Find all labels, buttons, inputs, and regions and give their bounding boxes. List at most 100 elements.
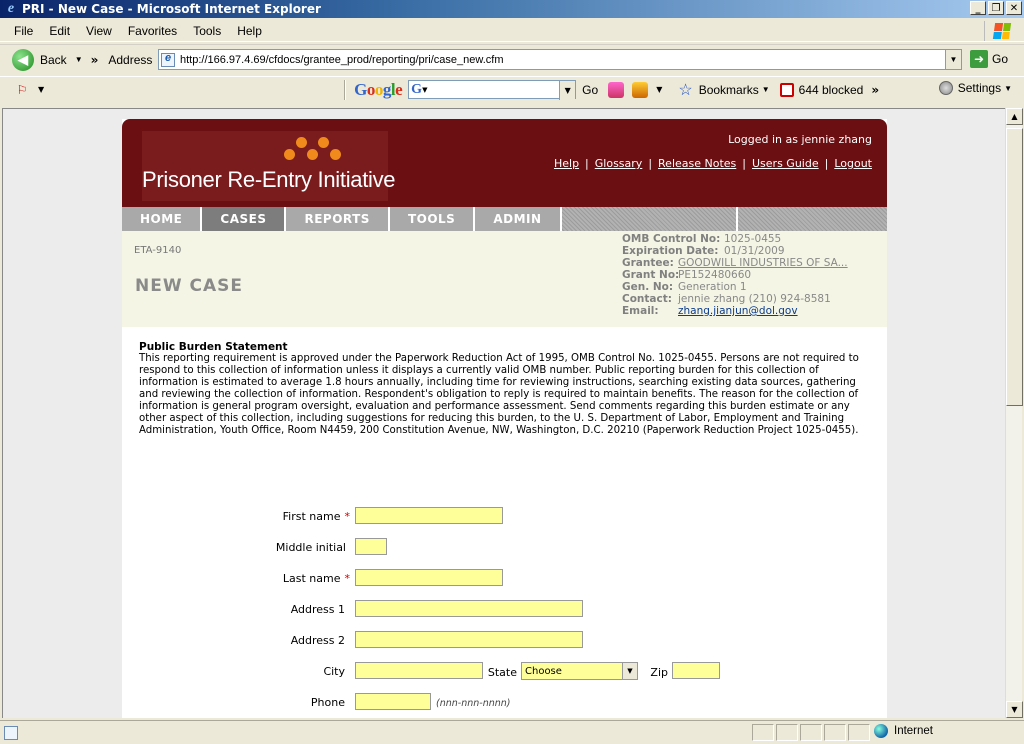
address-label: Address <box>108 52 153 67</box>
google-toolbar: ⚐ ▼ Google G ▼ ▼ Go ▼ ☆ Bookmarks ▼ 644 b… <box>0 76 1024 102</box>
nav-admin[interactable]: ADMIN <box>475 207 562 231</box>
blocked-count: 644 blocked <box>798 82 864 97</box>
address-input[interactable]: http://166.97.4.69/cfdocs/grantee_prod/r… <box>158 49 962 70</box>
users-guide-link[interactable]: Users Guide <box>752 157 819 170</box>
address1-label: Address 1 <box>290 603 345 616</box>
popup-blocker-button[interactable]: 644 blocked <box>779 82 864 97</box>
popup-blocked-icon <box>779 82 794 97</box>
scroll-thumb[interactable] <box>1006 128 1023 406</box>
zone-label: Internet <box>894 725 933 737</box>
pagerank-icon[interactable] <box>608 81 625 98</box>
email-label: Email: <box>622 305 659 317</box>
site-banner: Prisoner Re-Entry Initiative Logged in a… <box>122 119 887 207</box>
site-logo[interactable]: Prisoner Re-Entry Initiative <box>142 131 396 201</box>
bookmarks-label: Bookmarks <box>698 82 759 97</box>
middle-initial-input[interactable] <box>355 538 387 555</box>
status-cell <box>776 724 798 741</box>
menu-help[interactable]: Help <box>229 24 270 38</box>
phone-input[interactable] <box>355 693 431 710</box>
scroll-up-icon[interactable]: ▲ <box>1006 108 1023 125</box>
first-name-input[interactable] <box>355 507 503 524</box>
maximize-button[interactable]: ❐ <box>988 1 1004 15</box>
grant-metadata: OMB Control No: 1025-0455 Expiration Date… <box>622 233 848 317</box>
go-label: Go <box>992 52 1009 66</box>
address-dropdown-icon[interactable]: ▼ <box>945 50 961 69</box>
nav-home[interactable]: HOME <box>122 207 203 231</box>
minimize-button[interactable]: _ <box>970 1 986 15</box>
menu-favorites[interactable]: Favorites <box>120 24 185 38</box>
state-label: State <box>487 666 517 679</box>
google-go-button[interactable]: Go <box>582 83 598 97</box>
page-container: Prisoner Re-Entry Initiative Logged in a… <box>122 119 887 718</box>
menu-edit[interactable]: Edit <box>41 24 78 38</box>
browser-viewport: Prisoner Re-Entry Initiative Logged in a… <box>2 108 1005 718</box>
zip-label: Zip <box>650 666 668 679</box>
status-cell <box>752 724 774 741</box>
logged-in-text: Logged in as jennie zhang <box>728 133 872 146</box>
first-name-label: First name * <box>282 510 350 523</box>
expiration-label: Expiration Date: <box>622 245 719 257</box>
globe-icon <box>874 724 888 738</box>
acrobat-dropdown-icon[interactable]: ▼ <box>38 85 44 94</box>
back-dropdown-icon[interactable]: ▼ <box>75 55 83 64</box>
url-text: http://166.97.4.69/cfdocs/grantee_prod/r… <box>180 53 504 66</box>
nav-tools[interactable]: TOOLS <box>389 207 476 231</box>
bookmarks-button[interactable]: ☆ Bookmarks ▼ <box>678 80 769 100</box>
nav-spacer <box>562 207 738 231</box>
close-button[interactable]: ✕ <box>1006 1 1022 15</box>
status-cell <box>848 724 870 741</box>
google-g-icon[interactable]: G <box>411 82 422 98</box>
status-cell <box>824 724 846 741</box>
email-link[interactable]: zhang.jianjun@dol.gov <box>678 305 798 317</box>
settings-icon <box>938 81 953 95</box>
window-title: PRI - New Case - Microsoft Internet Expl… <box>22 2 321 16</box>
grantee-link[interactable]: GOODWILL INDUSTRIES OF SA... <box>678 257 848 269</box>
address2-input[interactable] <box>355 631 583 648</box>
public-burden-statement: Public Burden Statement This reporting r… <box>139 341 874 437</box>
back-label: Back <box>40 52 67 67</box>
page-title: NEW CASE <box>135 276 243 296</box>
back-arrow-icon: ◀ <box>12 48 34 71</box>
nav-cases[interactable]: CASES <box>202 207 287 231</box>
glossary-link[interactable]: Glossary <box>595 157 643 170</box>
page-icon <box>161 52 175 67</box>
omb-control-label: OMB Control No: <box>622 233 721 245</box>
acrobat-icon[interactable]: ⚐ <box>14 82 30 98</box>
phone-label: Phone <box>310 696 345 709</box>
address-toolbar: ◀ Back ▼ » Address http://166.97.4.69/cf… <box>0 44 1024 74</box>
page-status-icon <box>4 725 18 740</box>
google-search-input[interactable]: G ▼ ▼ <box>408 80 577 100</box>
zip-input[interactable] <box>672 662 720 679</box>
google-search-dropdown-icon[interactable]: ▼ <box>559 81 576 100</box>
menu-tools[interactable]: Tools <box>185 24 229 38</box>
form-id: ETA-9140 <box>134 245 182 256</box>
required-marker: * <box>344 572 351 585</box>
address1-input[interactable] <box>355 600 583 617</box>
menu-file[interactable]: File <box>6 24 41 38</box>
go-button[interactable]: ➜ Go <box>970 50 1008 68</box>
logo-text: Prisoner Re-Entry Initiative <box>142 167 396 192</box>
settings-button[interactable]: Settings ▼ <box>938 81 1012 95</box>
nav-reports[interactable]: REPORTS <box>286 207 390 231</box>
scroll-down-icon[interactable]: ▼ <box>1006 701 1023 718</box>
status-cell <box>800 724 822 741</box>
google-logo[interactable]: Google <box>354 80 403 100</box>
expiration-value: 01/31/2009 <box>724 245 785 257</box>
logout-link[interactable]: Logout <box>834 157 872 170</box>
help-link[interactable]: Help <box>554 157 579 170</box>
release-notes-link[interactable]: Release Notes <box>658 157 736 170</box>
last-name-input[interactable] <box>355 569 503 586</box>
address2-label: Address 2 <box>290 634 345 647</box>
options-dropdown-icon[interactable]: ▼ <box>656 85 662 94</box>
google-toolbar-chevron-icon[interactable]: » <box>871 83 879 97</box>
main-nav: HOME CASES REPORTS TOOLS ADMIN <box>122 207 887 231</box>
case-info-panel: ETA-9140 NEW CASE OMB Control No: 1025-04… <box>122 231 887 327</box>
back-button[interactable]: ◀ Back ▼ <box>12 48 83 71</box>
menu-view[interactable]: View <box>78 24 120 38</box>
gen-no-label: Gen. No: <box>622 281 674 293</box>
autofill-icon[interactable] <box>632 81 649 98</box>
vertical-scrollbar[interactable]: ▲ ▼ <box>1005 108 1023 718</box>
burden-text: This reporting requirement is approved u… <box>139 353 859 436</box>
contact-label: Contact: <box>622 293 672 305</box>
toolbar-chevron-icon[interactable]: » <box>91 53 99 67</box>
